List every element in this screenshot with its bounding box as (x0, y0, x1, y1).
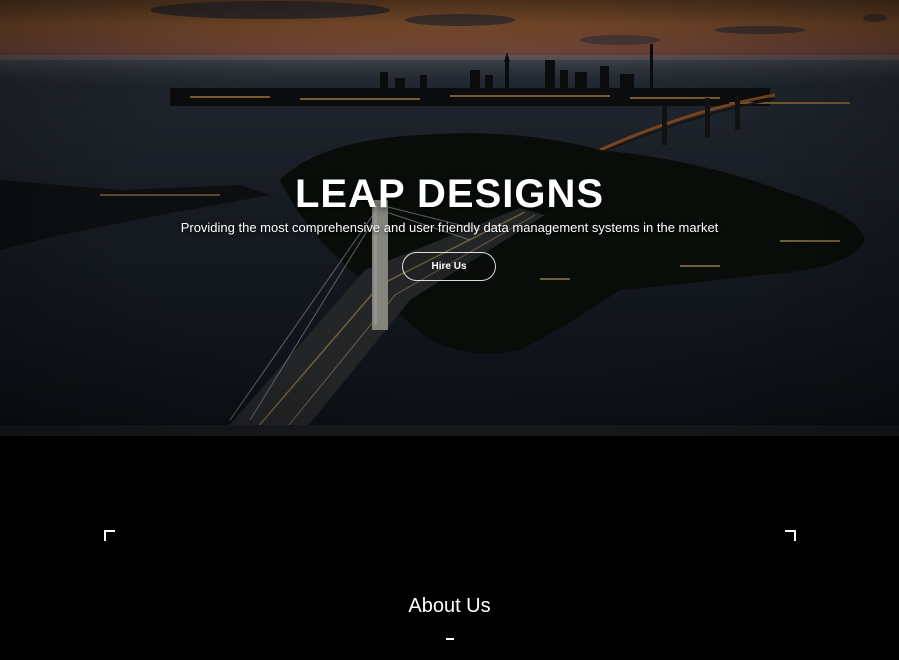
corner-bracket-top-right-icon (785, 530, 796, 541)
page: LEAP DESIGNS Providing the most comprehe… (0, 0, 899, 660)
section-divider (446, 638, 454, 640)
about-title: About Us (408, 595, 491, 617)
corner-bracket-top-left-icon (104, 530, 115, 541)
hero-section: LEAP DESIGNS Providing the most comprehe… (0, 0, 899, 436)
hero-title: LEAP DESIGNS (294, 172, 605, 216)
about-section: About Us (0, 436, 899, 660)
hero-subtitle: Providing the most comprehensive and use… (180, 220, 719, 235)
hire-us-button[interactable]: Hire Us (402, 252, 496, 281)
hero-content: LEAP DESIGNS Providing the most comprehe… (0, 0, 899, 436)
